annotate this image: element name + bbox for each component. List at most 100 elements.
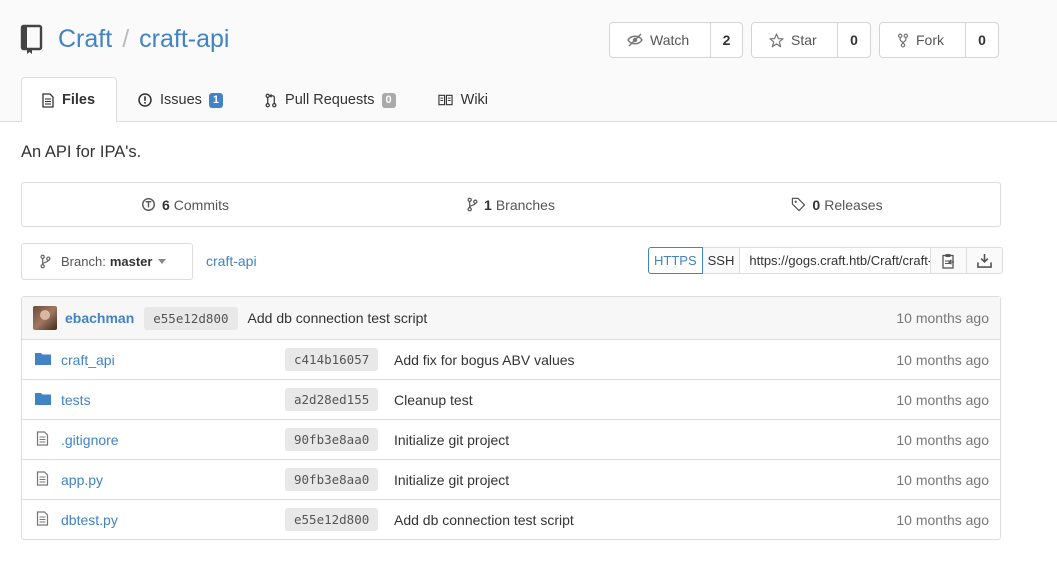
watch-button-group: Watch 2 <box>609 22 743 58</box>
releases-stat[interactable]: 0 Releases <box>674 183 1000 226</box>
tab-wiki-label: Wiki <box>460 92 489 108</box>
download-icon <box>977 253 993 268</box>
releases-label: Releases <box>824 196 883 213</box>
table-row: .gitignore 90fb3e8aa0 Initialize git pro… <box>22 420 1000 460</box>
repo-tabs: Files Issues 1 Pull Requests 0 Wiki <box>21 77 509 122</box>
watch-count[interactable]: 2 <box>711 23 742 57</box>
commit-time: 10 months ago <box>896 391 989 408</box>
fork-button-group: Fork 0 <box>879 22 999 58</box>
fork-button[interactable]: Fork <box>880 23 966 57</box>
https-toggle[interactable]: HTTPS <box>648 247 703 274</box>
commits-stat[interactable]: 6 Commits <box>22 183 348 226</box>
file-text-icon <box>36 471 49 486</box>
star-button-group: Star 0 <box>751 22 871 58</box>
branch-dropdown[interactable]: Branch: master <box>21 243 193 280</box>
star-label: Star <box>791 32 817 48</box>
tag-icon <box>792 197 806 212</box>
pull-requests-count-badge: 0 <box>381 92 396 108</box>
branch-prefix: Branch: <box>61 254 106 269</box>
commits-label: Commits <box>173 196 230 213</box>
commits-count: 6 <box>161 196 170 213</box>
branch-name: master <box>109 254 153 269</box>
folder-icon <box>35 393 51 405</box>
tab-wiki[interactable]: Wiki <box>417 77 509 122</box>
repo-description: An API for IPA's. <box>21 143 142 161</box>
repo-title: Craft / craft-api <box>20 22 229 56</box>
download-button[interactable] <box>967 247 1004 274</box>
commit-sha-link[interactable]: 90fb3e8aa0 <box>285 468 379 491</box>
branches-label: Branches <box>495 196 555 213</box>
star-icon <box>769 32 784 47</box>
avatar[interactable] <box>33 306 57 330</box>
commit-message[interactable]: Initialize git project <box>394 432 509 448</box>
clipboard-icon <box>942 253 954 269</box>
table-row: dbtest.py e55e12d800 Add db connection t… <box>22 500 1000 539</box>
repo-owner-link[interactable]: Craft <box>58 25 112 54</box>
ssh-toggle[interactable]: SSH <box>702 247 741 274</box>
tab-issues[interactable]: Issues 1 <box>117 77 244 122</box>
commit-message[interactable]: Initialize git project <box>394 472 509 488</box>
breadcrumb[interactable]: craft-api <box>206 253 257 269</box>
chevron-down-icon <box>158 259 167 264</box>
folder-icon <box>35 353 51 365</box>
star-count[interactable]: 0 <box>838 23 870 57</box>
tab-files-label: Files <box>62 92 96 108</box>
tab-files[interactable]: Files <box>21 77 117 122</box>
table-row: tests a2d28ed155 Cleanup test 10 months … <box>22 380 1000 420</box>
commit-time: 10 months ago <box>896 511 989 528</box>
table-row: craft_api c414b16057 Add fix for bogus A… <box>22 340 1000 380</box>
file-name-link[interactable]: .gitignore <box>61 432 119 448</box>
issue-opened-icon <box>138 93 152 107</box>
watch-button[interactable]: Watch <box>610 23 711 57</box>
commit-time: 10 months ago <box>896 351 989 368</box>
clone-url-input[interactable]: https://gogs.craft.htb/Craft/craft-api.g… <box>740 247 932 274</box>
commit-sha-link[interactable]: a2d28ed155 <box>285 388 379 411</box>
commit-message[interactable]: Add db connection test script <box>394 512 574 528</box>
commit-sha-link[interactable]: e55e12d800 <box>144 306 238 330</box>
latest-commit-row: ebachman e55e12d800 Add db connection te… <box>22 297 1000 340</box>
git-pull-request-icon <box>265 93 277 107</box>
commit-sha-link[interactable]: e55e12d800 <box>285 508 379 531</box>
commit-author-link[interactable]: ebachman <box>65 310 134 326</box>
branches-stat[interactable]: 1 Branches <box>348 183 674 226</box>
copy-url-button[interactable] <box>931 247 968 274</box>
commit-sha-link[interactable]: c414b16057 <box>285 348 379 371</box>
repo-name-link[interactable]: craft-api <box>139 25 229 54</box>
fork-count[interactable]: 0 <box>966 23 998 57</box>
commit-time: 10 months ago <box>896 471 989 488</box>
file-text-icon <box>36 511 49 526</box>
commit-message[interactable]: Add fix for bogus ABV values <box>394 352 575 368</box>
eye-slash-icon <box>627 33 643 47</box>
file-name-link[interactable]: dbtest.py <box>61 512 118 528</box>
star-button[interactable]: Star <box>752 23 838 57</box>
branch-icon <box>467 197 478 212</box>
commit-message[interactable]: Cleanup test <box>394 392 473 408</box>
fork-icon <box>897 33 909 47</box>
tab-pull-requests[interactable]: Pull Requests 0 <box>244 77 417 122</box>
tab-issues-label: Issues <box>160 92 202 108</box>
book-open-icon <box>438 94 453 106</box>
commit-sha-link[interactable]: 90fb3e8aa0 <box>285 428 379 451</box>
issues-count-badge: 1 <box>208 92 224 108</box>
tab-pull-requests-label: Pull Requests <box>285 92 375 108</box>
table-row: app.py 90fb3e8aa0 Initialize git project… <box>22 460 1000 500</box>
file-text-icon <box>42 92 54 108</box>
branch-icon <box>40 254 51 269</box>
fork-label: Fork <box>916 32 944 48</box>
file-table: ebachman e55e12d800 Add db connection te… <box>21 296 1001 540</box>
repo-header: Craft / craft-api Watch 2 Star 0 Fork 0 … <box>0 0 1057 122</box>
history-icon <box>141 197 155 212</box>
commit-message: Add db connection test script <box>247 310 428 326</box>
file-name-link[interactable]: tests <box>61 392 91 408</box>
repo-separator: / <box>122 24 130 53</box>
file-text-icon <box>36 431 49 446</box>
watch-label: Watch <box>650 32 690 48</box>
repo-book-icon <box>20 24 43 54</box>
repo-stats-bar: 6 Commits 1 Branches 0 Releases <box>21 182 1001 227</box>
branches-count: 1 <box>484 196 492 213</box>
file-name-link[interactable]: app.py <box>61 472 103 488</box>
clone-url-group: HTTPS SSH https://gogs.craft.htb/Craft/c… <box>648 247 1004 274</box>
commit-time: 10 months ago <box>896 310 989 326</box>
commit-time: 10 months ago <box>896 431 989 448</box>
file-name-link[interactable]: craft_api <box>61 352 115 368</box>
